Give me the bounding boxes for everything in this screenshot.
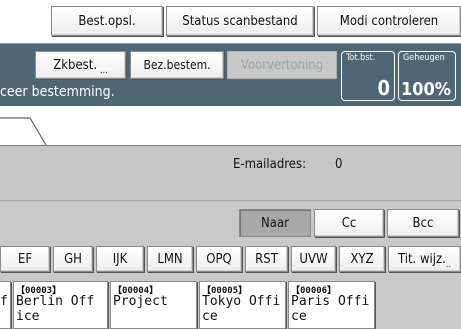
destination-name: Berlin Off ice bbox=[16, 294, 95, 324]
group-tab[interactable] bbox=[0, 110, 52, 146]
destination-name: Paris Offi ce bbox=[291, 294, 370, 324]
instruction-text: ceer bestemming. bbox=[0, 84, 115, 100]
zkbest-button[interactable]: Zkbest.... bbox=[35, 51, 126, 79]
status-scanbestand-button[interactable]: Status scanbestand bbox=[166, 6, 314, 36]
destination-name: Tokyo Offi ce bbox=[202, 294, 281, 324]
destination-card[interactable]: 【00004】 Project bbox=[110, 281, 197, 329]
index-tab-uvw[interactable]: UVW bbox=[291, 246, 336, 272]
destination-card[interactable]: 【00006】 Paris Offi ce bbox=[288, 281, 375, 329]
email-address-label: E-mailadres: bbox=[233, 157, 307, 172]
index-tab-lmn[interactable]: LMN bbox=[147, 246, 193, 272]
total-destinations-value: 0 bbox=[377, 76, 390, 100]
email-info-band bbox=[0, 146, 461, 201]
memory-label: Geheugen bbox=[403, 53, 445, 63]
total-destinations-label: Tot.bst. bbox=[346, 53, 376, 63]
index-tab-xyz[interactable]: XYZ bbox=[339, 246, 385, 272]
destination-name: Project bbox=[113, 294, 168, 309]
bcc-button[interactable]: Bcc bbox=[387, 209, 459, 237]
index-tab-gh[interactable]: GH bbox=[53, 246, 93, 272]
cc-button[interactable]: Cc bbox=[314, 209, 384, 237]
tit-wijz-button[interactable]: Tit. wijz... bbox=[388, 246, 461, 272]
destination-name: f bbox=[0, 294, 8, 309]
index-tab-ef[interactable]: EF bbox=[0, 246, 50, 272]
naar-button[interactable]: Naar bbox=[239, 209, 311, 237]
index-tab-ijk[interactable]: IJK bbox=[96, 246, 144, 272]
tab-area bbox=[0, 106, 461, 146]
voorvertoning-button: Voorvertoning bbox=[227, 51, 337, 79]
bez-bestem-button[interactable]: Bez.bestem. bbox=[130, 51, 224, 79]
modi-controleren-button[interactable]: Modi controleren bbox=[317, 6, 461, 36]
total-destinations-counter: Tot.bst. 0 bbox=[341, 51, 395, 101]
index-tab-opq[interactable]: OPQ bbox=[196, 246, 242, 272]
destination-card[interactable]: 【00003】 Berlin Off ice bbox=[13, 281, 108, 329]
destination-card[interactable]: 【00005】 Tokyo Offi ce bbox=[199, 281, 286, 329]
zkbest-label: Zkbest. bbox=[53, 57, 98, 73]
memory-value: 100% bbox=[400, 79, 451, 100]
email-address-count: 0 bbox=[335, 157, 343, 172]
tit-wijz-label: Tit. wijz. bbox=[397, 251, 446, 267]
best-opsl-button[interactable]: Best.opsl. bbox=[51, 6, 163, 36]
index-tab-rst[interactable]: RST bbox=[245, 246, 288, 272]
memory-counter: Geheugen 100% bbox=[398, 51, 456, 101]
destination-card[interactable]: f bbox=[0, 281, 11, 329]
